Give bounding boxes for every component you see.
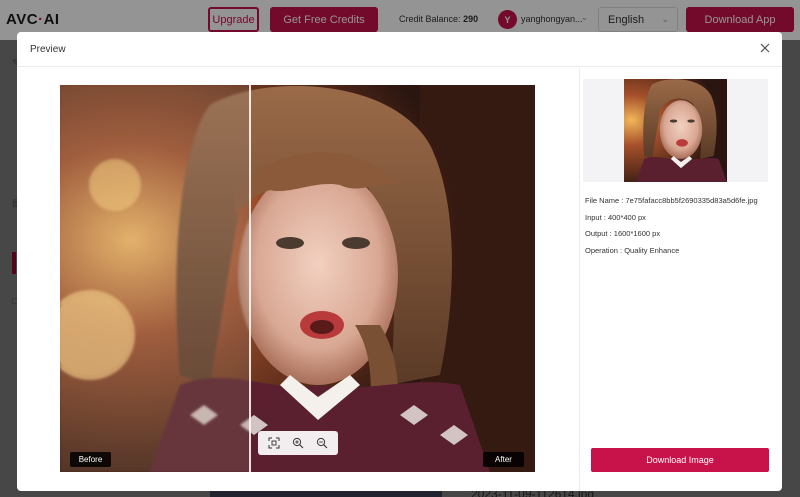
close-icon[interactable]	[759, 42, 771, 54]
zoom-out-icon[interactable]	[314, 435, 330, 451]
output-value: 1600*1600 px	[613, 229, 661, 238]
file-name-info: File Name : 7e75fafacc8bb5f2690335d83a5d…	[585, 196, 758, 205]
operation-value: Quality Enhance	[624, 246, 680, 255]
before-image	[60, 85, 250, 472]
zoom-in-icon[interactable]	[290, 435, 306, 451]
input-value: 400*400 px	[607, 213, 646, 222]
after-label: After	[483, 452, 524, 467]
operation-label: Operation :	[585, 246, 623, 255]
modal-header: Preview	[17, 32, 782, 67]
panel-divider	[579, 68, 580, 491]
output-size-info: Output : 1600*1600 px	[585, 229, 660, 238]
before-label: Before	[70, 452, 111, 467]
zoom-toolbar	[258, 431, 338, 455]
file-name-value: 7e75fafacc8bb5f2690335d83a5d6fe.jpg	[625, 196, 758, 205]
operation-info: Operation : Quality Enhance	[585, 246, 679, 255]
result-thumbnail[interactable]	[624, 79, 727, 182]
output-label: Output :	[585, 229, 612, 238]
before-after-compare[interactable]: Before After	[60, 85, 535, 472]
input-label: Input :	[585, 213, 606, 222]
fit-screen-icon[interactable]	[266, 435, 282, 451]
download-image-button[interactable]: Download Image	[591, 448, 769, 472]
result-thumbnail-frame	[583, 79, 768, 182]
modal-title: Preview	[30, 44, 66, 55]
preview-modal: Preview Before After File Name: 7e75faf…	[17, 32, 782, 491]
file-name-label: File Name :	[585, 196, 624, 205]
compare-slider-handle[interactable]	[249, 85, 251, 472]
input-size-info: Input : 400*400 px	[585, 213, 646, 222]
